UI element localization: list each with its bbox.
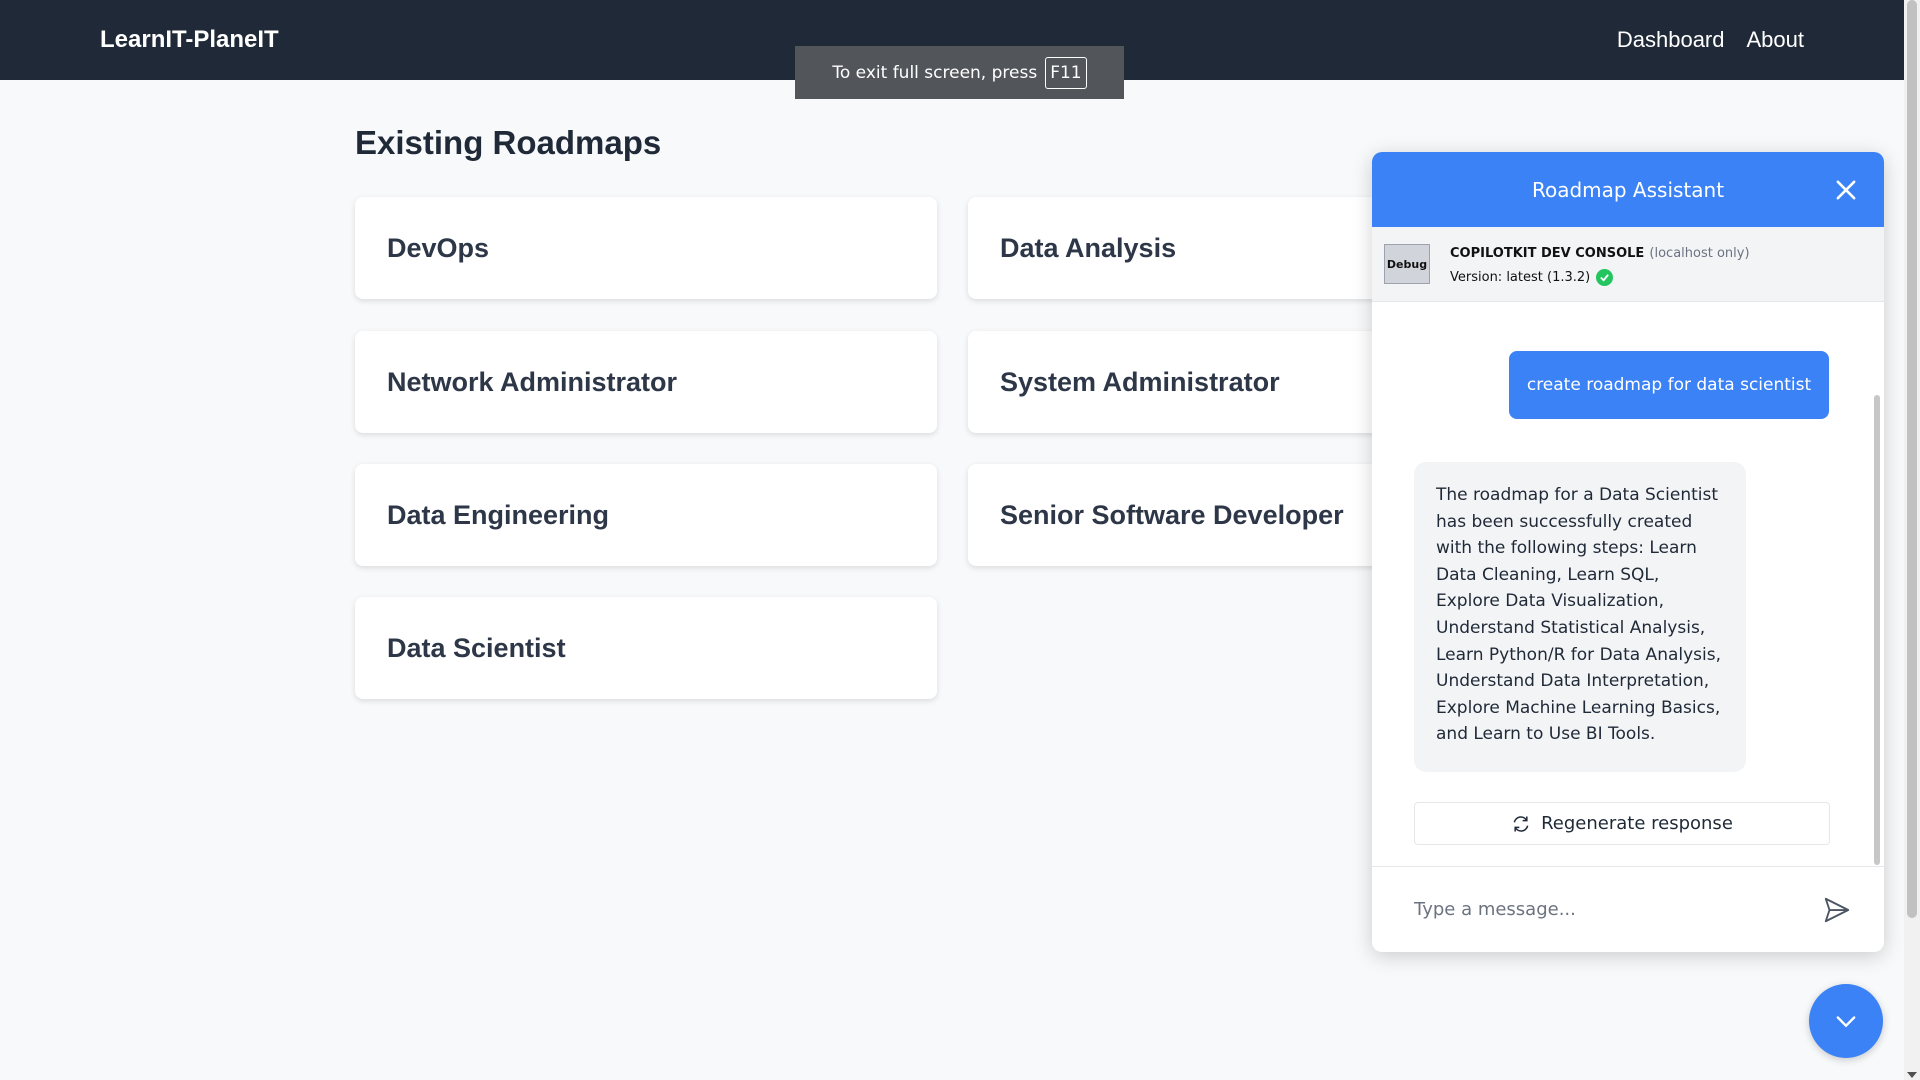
dev-console-title: COPILOTKIT DEV CONSOLE [1450,246,1645,261]
chat-header: Roadmap Assistant [1372,152,1884,227]
close-icon[interactable] [1832,176,1860,204]
check-icon [1596,269,1614,286]
nav-link-dashboard[interactable]: Dashboard [1617,27,1725,53]
chat-scrollbar[interactable] [1874,395,1880,865]
roadmap-card-label: Data Analysis [1000,232,1177,263]
page-scrollbar[interactable] [1904,0,1920,1080]
regenerate-label: Regenerate response [1541,813,1733,834]
assistant-message: The roadmap for a Data Scientist has bee… [1414,462,1746,772]
roadmap-card-label: Data Engineering [387,499,610,530]
message-input[interactable] [1414,899,1822,920]
dev-console-subtitle: (localhost only) [1649,246,1750,261]
chat-messages[interactable]: create roadmap for data scientist The ro… [1372,302,1884,866]
roadmap-card-data-engineering[interactable]: Data Engineering [355,464,937,566]
dev-console-bar: Debug COPILOTKIT DEV CONSOLE (localhost … [1372,227,1884,302]
scroll-down-icon[interactable] [1907,1072,1917,1078]
roadmap-card-label: System Administrator [1000,366,1280,397]
roadmap-card-label: Data Scientist [387,632,566,663]
dev-console-info: COPILOTKIT DEV CONSOLE (localhost only) … [1450,242,1750,286]
page-title: Existing Roadmaps [355,124,662,161]
send-icon[interactable] [1822,895,1852,925]
fullscreen-toast-text: To exit full screen, press [832,62,1038,83]
chat-panel: Roadmap Assistant Debug COPILOTKIT DEV C… [1372,152,1884,952]
nav-links: Dashboard About [1617,27,1804,53]
brand-logo[interactable]: LearnIT-PlaneIT [100,26,279,54]
roadmap-card-data-scientist[interactable]: Data Scientist [355,597,937,699]
page-scroll-thumb[interactable] [1907,0,1917,918]
refresh-icon [1513,815,1529,832]
dev-console-version: Version: latest (1.3.2) [1450,270,1591,285]
user-message: create roadmap for data scientist [1509,351,1829,419]
roadmap-card-label: Senior Software Developer [1000,499,1344,530]
chevron-down-icon [1836,1016,1856,1028]
debug-button[interactable]: Debug [1384,244,1430,284]
nav-link-about[interactable]: About [1747,27,1805,53]
roadmap-card-network-administrator[interactable]: Network Administrator [355,331,937,433]
fullscreen-toast: To exit full screen, press F11 [795,46,1124,99]
chat-input-area [1372,866,1884,952]
regenerate-button[interactable]: Regenerate response [1414,802,1830,845]
chat-title: Roadmap Assistant [1531,177,1725,202]
chat-toggle-button[interactable] [1809,984,1883,1058]
roadmap-card-devops[interactable]: DevOps [355,197,937,299]
roadmap-card-label: Network Administrator [387,366,678,397]
fullscreen-key: F11 [1045,56,1087,89]
roadmap-card-label: DevOps [387,232,490,263]
